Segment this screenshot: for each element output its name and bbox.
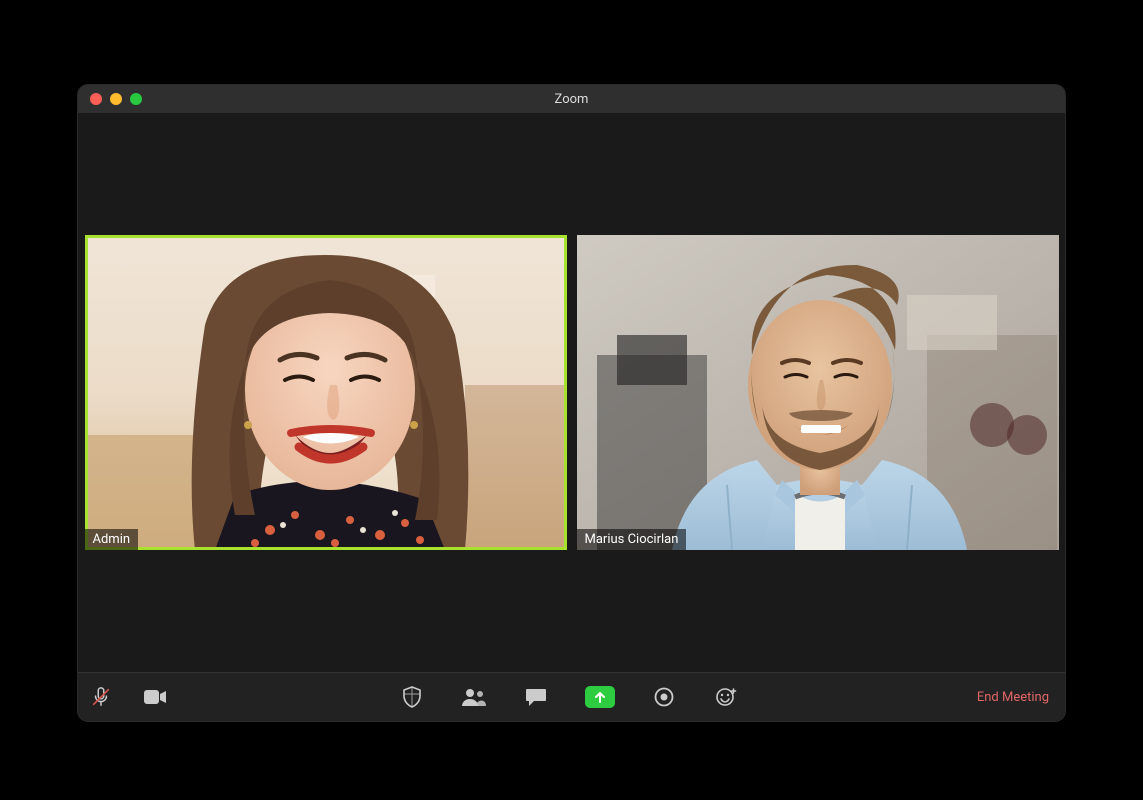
video-tile[interactable]: Marius Ciocirlan xyxy=(577,235,1059,550)
video-camera-icon xyxy=(143,688,167,706)
reactions-button[interactable] xyxy=(713,684,739,710)
end-meeting-button[interactable]: End Meeting xyxy=(971,686,1055,709)
window-controls xyxy=(78,93,142,105)
window-title: Zoom xyxy=(78,92,1065,107)
video-grid: Admin xyxy=(78,113,1065,672)
participants-icon xyxy=(461,687,487,707)
minimize-window-button[interactable] xyxy=(110,93,122,105)
app-window: Zoom xyxy=(78,85,1065,721)
participant-name-label: Marius Ciocirlan xyxy=(577,529,687,550)
fullscreen-window-button[interactable] xyxy=(130,93,142,105)
close-window-button[interactable] xyxy=(90,93,102,105)
chat-icon xyxy=(525,687,547,707)
participant-name-label: Admin xyxy=(85,529,139,550)
titlebar: Zoom xyxy=(78,85,1065,113)
share-arrow-up-icon xyxy=(593,690,607,704)
mute-button[interactable] xyxy=(88,684,114,710)
participant-video xyxy=(577,235,1059,550)
participants-button[interactable] xyxy=(461,684,487,710)
video-button[interactable] xyxy=(142,684,168,710)
chat-button[interactable] xyxy=(523,684,549,710)
record-icon xyxy=(654,687,674,707)
security-button[interactable] xyxy=(399,684,425,710)
record-button[interactable] xyxy=(651,684,677,710)
shield-icon xyxy=(402,686,422,708)
share-screen-button[interactable] xyxy=(585,686,615,708)
video-tile[interactable]: Admin xyxy=(85,235,567,550)
microphone-muted-icon xyxy=(90,686,112,708)
meeting-toolbar: End Meeting xyxy=(78,672,1065,721)
reactions-smiley-icon xyxy=(715,686,737,708)
participant-video xyxy=(85,235,567,550)
